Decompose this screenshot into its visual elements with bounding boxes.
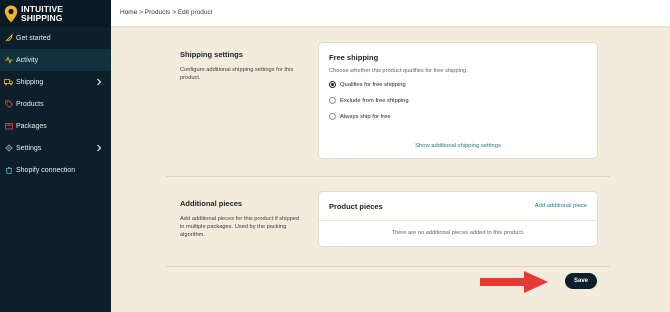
tag-icon — [4, 100, 13, 109]
radio-option-exclude[interactable]: Exclude from free shipping — [329, 97, 409, 104]
card-title: Free shipping — [329, 53, 379, 62]
show-additional-shipping-settings-link[interactable]: Show additional shipping settings — [319, 143, 597, 149]
sidebar-item-get-started[interactable]: Get started — [0, 27, 111, 49]
breadcrumb: Home > Products > Edit product — [120, 9, 213, 16]
shopify-icon — [4, 166, 13, 175]
truck-icon — [4, 78, 13, 87]
sidebar-item-settings[interactable]: Settings — [0, 137, 111, 159]
card-divider — [319, 220, 597, 221]
sidebar-item-label: Products — [16, 100, 44, 108]
empty-state-text: There are no additional pieces added to … — [391, 230, 525, 236]
sidebar-item-activity[interactable]: Activity — [0, 49, 111, 71]
section-title: Shipping settings — [180, 50, 243, 59]
sidebar-item-label: Settings — [16, 144, 42, 152]
top-bar: Home > Products > Edit product — [111, 0, 670, 27]
activity-icon — [4, 56, 13, 65]
sidebar-item-label: Get started — [16, 34, 51, 42]
footer-divider — [166, 266, 610, 267]
free-shipping-card: Free shipping Choose whether this produc… — [318, 42, 598, 159]
section-divider — [166, 176, 610, 177]
sidebar-item-label: Shipping — [16, 78, 44, 86]
section-description: Add additional pieces for this product i… — [180, 216, 300, 238]
product-pieces-card: Product pieces Add additional piece Ther… — [318, 191, 598, 247]
shipping-settings-section: Shipping settings Configure additional s… — [180, 50, 305, 82]
radio-button[interactable] — [329, 97, 336, 104]
gear-icon — [4, 144, 13, 153]
radio-option-always-free[interactable]: Always ship for free — [329, 113, 391, 120]
breadcrumb-home[interactable]: Home — [120, 9, 137, 16]
card-subtitle: Choose whether this product qualifies fo… — [329, 68, 468, 74]
chevron-right-icon — [97, 144, 102, 152]
location-pin-icon — [4, 5, 18, 22]
save-button[interactable]: Save — [565, 273, 597, 289]
section-description: Configure additional shipping settings f… — [180, 67, 294, 81]
sidebar-item-shopify-connection[interactable]: Shopify connection — [0, 159, 111, 181]
sidebar-item-label: Activity — [16, 56, 39, 64]
sidebar-item-label: Packages — [16, 122, 47, 130]
card-title: Product pieces — [329, 202, 383, 211]
breadcrumb-products[interactable]: Products — [145, 9, 171, 16]
section-title: Additional pieces — [180, 199, 243, 208]
sidebar: INTUITIVE SHIPPING Get started Activity … — [0, 0, 111, 312]
breadcrumb-separator: > — [139, 9, 143, 16]
chevron-right-icon — [97, 78, 102, 86]
breadcrumb-separator: > — [172, 9, 177, 16]
sidebar-item-packages[interactable]: Packages — [0, 115, 111, 137]
sidebar-nav: Get started Activity Shipping Products P… — [0, 27, 111, 181]
brand-logo[interactable]: INTUITIVE SHIPPING — [0, 0, 111, 27]
sidebar-item-label: Shopify connection — [16, 166, 76, 174]
add-additional-piece-link[interactable]: Add additional piece — [535, 203, 587, 209]
sidebar-item-products[interactable]: Products — [0, 93, 111, 115]
rocket-icon — [4, 34, 13, 43]
radio-option-qualifies[interactable]: Qualifies for free shipping — [329, 81, 406, 88]
package-icon — [4, 122, 13, 131]
radio-button[interactable] — [329, 113, 336, 120]
brand-name-line2: SHIPPING — [21, 12, 63, 23]
red-arrow-annotation — [480, 271, 548, 293]
sidebar-item-shipping[interactable]: Shipping — [0, 71, 111, 93]
radio-button[interactable] — [329, 81, 336, 88]
breadcrumb-current: Edit product — [177, 9, 213, 16]
additional-pieces-section: Additional pieces Add additional pieces … — [180, 199, 305, 239]
brand-name: INTUITIVE SHIPPING — [21, 5, 63, 22]
radio-label: Qualifies for free shipping — [340, 81, 406, 88]
radio-label: Always ship for free — [340, 113, 391, 120]
radio-label: Exclude from free shipping — [340, 97, 409, 104]
